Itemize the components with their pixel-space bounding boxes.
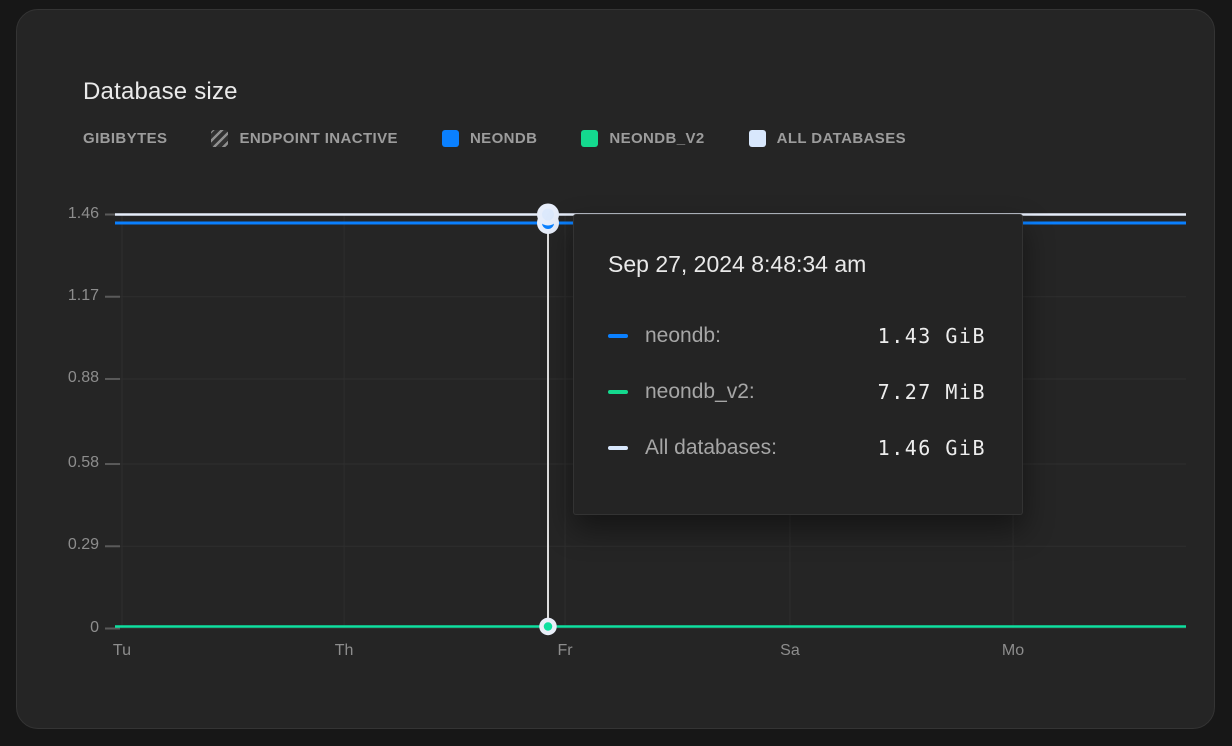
endpoint-inactive-hatch-icon (211, 130, 228, 147)
neondb-line-icon (608, 334, 628, 338)
neondb-v2-swatch-icon (581, 130, 598, 147)
legend-item-all-databases[interactable]: ALL DATABASES (749, 130, 906, 147)
tooltip-series-label: All databases: (645, 436, 777, 460)
legend-item-endpoint-inactive[interactable]: ENDPOINT INACTIVE (211, 130, 397, 147)
database-size-page: Database size GIBIBYTES ENDPOINT INACTIV… (0, 0, 1232, 746)
x-axis-label: Sa (758, 642, 822, 660)
legend-item-neondb-v2[interactable]: NEONDB_V2 (581, 130, 704, 147)
legend-unit: GIBIBYTES (83, 130, 167, 147)
legend-item-label: NEONDB (470, 130, 537, 147)
chart-tooltip: Sep 27, 2024 8:48:34 am neondb: 1.43 GiB… (573, 214, 1023, 515)
neondb-swatch-icon (442, 130, 459, 147)
chart-title: Database size (83, 78, 238, 106)
tooltip-series-label: neondb: (645, 324, 721, 348)
tooltip-series-value: 1.43 GiB (878, 324, 986, 348)
unit-label: GIBIBYTES (83, 130, 167, 147)
neondb-v2-line-icon (608, 390, 628, 394)
y-axis-label: 1.46 (35, 205, 99, 223)
x-axis-label: Mo (981, 642, 1045, 660)
y-axis-label: 0.58 (35, 454, 99, 472)
legend-item-label: NEONDB_V2 (609, 130, 704, 147)
tooltip-timestamp: Sep 27, 2024 8:48:34 am (608, 249, 986, 279)
y-axis-label: 0.29 (35, 536, 99, 554)
legend-item-label: ALL DATABASES (777, 130, 906, 147)
tooltip-row-all-databases: All databases: 1.46 GiB (608, 433, 986, 463)
tooltip-row-neondb: neondb: 1.43 GiB (608, 321, 986, 351)
x-axis-label: Fr (533, 642, 597, 660)
all-databases-swatch-icon (749, 130, 766, 147)
y-axis-label: 1.17 (35, 287, 99, 305)
y-axis-label: 0 (35, 619, 99, 637)
legend-item-label: ENDPOINT INACTIVE (239, 130, 397, 147)
chart-legend: GIBIBYTES ENDPOINT INACTIVE NEONDB NEOND… (83, 130, 906, 147)
tooltip-row-neondb-v2: neondb_v2: 7.27 MiB (608, 377, 986, 407)
x-axis-label: Th (312, 642, 376, 660)
y-axis-label: 0.88 (35, 369, 99, 387)
tooltip-series-value: 7.27 MiB (878, 380, 986, 404)
all-databases-line-icon (608, 446, 628, 450)
tooltip-series-label: neondb_v2: (645, 380, 755, 404)
x-axis-label: Tu (90, 642, 154, 660)
legend-item-neondb[interactable]: NEONDB (442, 130, 537, 147)
database-size-card: Database size GIBIBYTES ENDPOINT INACTIV… (16, 9, 1215, 729)
tooltip-series-value: 1.46 GiB (878, 436, 986, 460)
